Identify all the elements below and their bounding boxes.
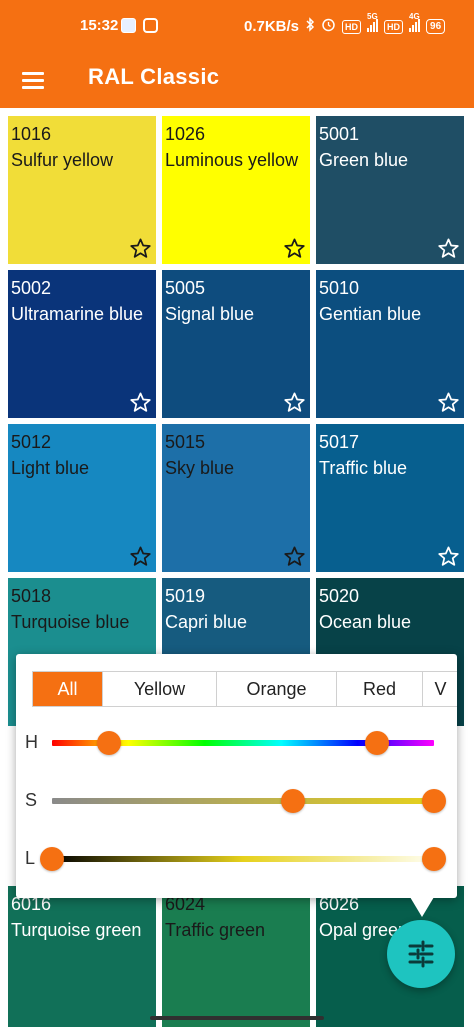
color-code: 5010 — [319, 278, 360, 298]
color-code: 1026 — [165, 124, 206, 144]
status-time: 15:32 — [80, 17, 119, 34]
color-name: Sky blue — [165, 458, 235, 478]
network-type-1: 5G — [367, 11, 378, 21]
slider-h: H — [16, 728, 457, 758]
star-outline-icon[interactable] — [437, 391, 460, 414]
color-name: Traffic blue — [319, 458, 408, 478]
color-name: Light blue — [11, 458, 90, 478]
slider-track[interactable] — [52, 856, 434, 862]
hd-badge-2: HD — [384, 19, 404, 34]
star-outline-icon[interactable] — [129, 391, 152, 414]
star-outline-icon[interactable] — [129, 545, 152, 568]
net-speed: 0.7KB/s — [244, 18, 300, 35]
tab-all[interactable]: All — [33, 672, 103, 706]
color-name: Luminous yellow — [165, 150, 299, 170]
color-name: Ultramarine blue — [11, 304, 144, 324]
color-name: Green blue — [319, 150, 409, 170]
status-bar: 15:32 0.7KB/s HD 5G HD 4G 96 — [0, 0, 474, 52]
slider-label: L — [25, 848, 36, 868]
tab-red[interactable]: Red — [337, 672, 423, 706]
color-name: Turquoise green — [11, 920, 142, 940]
color-name: Traffic green — [165, 920, 266, 940]
color-code: 1016 — [11, 124, 52, 144]
slider-thumb-low[interactable] — [40, 847, 64, 871]
tune-sliders-icon — [408, 940, 434, 968]
tab-yellow[interactable]: Yellow — [103, 672, 217, 706]
color-code: 5005 — [165, 278, 206, 298]
alarm-icon — [321, 17, 336, 36]
status-indicators: 0.7KB/s HD 5G HD 4G 96 — [244, 12, 446, 36]
slider-s: S — [16, 786, 457, 816]
color-tile[interactable]: 5001 Green blue — [316, 116, 464, 264]
panel-pointer — [410, 897, 434, 917]
home-indicator — [150, 1016, 324, 1020]
color-tile[interactable]: 5017 Traffic blue — [316, 424, 464, 572]
star-outline-icon[interactable] — [283, 391, 306, 414]
color-code: 5017 — [319, 432, 360, 452]
color-tile[interactable]: 5015 Sky blue — [162, 424, 310, 572]
color-tile[interactable]: 1016 Sulfur yellow — [8, 116, 156, 264]
slider-thumb-high[interactable] — [422, 847, 446, 871]
app-bar: RAL Classic — [0, 52, 474, 108]
tab-v[interactable]: V — [423, 672, 457, 706]
star-outline-icon[interactable] — [437, 545, 460, 568]
signal-icon-1: 5G — [367, 12, 379, 36]
filter-panel: All Yellow Orange Red V H S L — [16, 654, 457, 898]
color-code: 5002 — [11, 278, 52, 298]
color-tile[interactable]: 5012 Light blue — [8, 424, 156, 572]
slider-l: L — [16, 844, 457, 874]
color-code: 5001 — [319, 124, 360, 144]
color-tile[interactable]: 6024 Traffic green — [162, 886, 310, 1027]
page-title: RAL Classic — [88, 64, 220, 89]
color-tile[interactable]: 1026 Luminous yellow — [162, 116, 310, 264]
color-name: Sulfur yellow — [11, 150, 114, 170]
star-outline-icon[interactable] — [437, 237, 460, 260]
star-outline-icon[interactable] — [129, 237, 152, 260]
network-type-2: 4G — [409, 11, 420, 21]
color-code: 5019 — [165, 586, 206, 606]
slider-label: S — [25, 790, 38, 810]
color-tile[interactable]: 5010 Gentian blue — [316, 270, 464, 418]
color-code: 5018 — [11, 586, 52, 606]
hd-badge: HD — [342, 19, 362, 34]
color-name: Gentian blue — [319, 304, 422, 324]
color-name: Ocean blue — [319, 612, 412, 632]
color-tile[interactable]: 6016 Turquoise green — [8, 886, 156, 1027]
color-code: 5020 — [319, 586, 360, 606]
slider-label: H — [25, 732, 38, 752]
battery-icon: 96 — [426, 19, 446, 34]
color-code: 5015 — [165, 432, 206, 452]
color-tile[interactable]: 5002 Ultramarine blue — [8, 270, 156, 418]
star-outline-icon[interactable] — [283, 545, 306, 568]
color-code: 5012 — [11, 432, 52, 452]
star-outline-icon[interactable] — [283, 237, 306, 260]
tab-orange[interactable]: Orange — [217, 672, 337, 706]
slider-thumb-high[interactable] — [422, 789, 446, 813]
bluetooth-icon — [305, 17, 315, 36]
color-name: Turquoise blue — [11, 612, 130, 632]
hamburger-menu-icon[interactable] — [20, 68, 46, 92]
app-notification-icon — [143, 18, 158, 33]
slider-thumb-low[interactable] — [280, 789, 305, 813]
color-name: Signal blue — [165, 304, 255, 324]
color-name: Capri blue — [165, 612, 248, 632]
slider-thumb-low[interactable] — [97, 731, 122, 755]
color-group-tabs: All Yellow Orange Red V — [32, 671, 457, 707]
notification-icon — [121, 18, 136, 33]
filter-fab-button[interactable] — [387, 920, 455, 988]
slider-thumb-high[interactable] — [364, 731, 389, 755]
slider-track[interactable] — [52, 798, 434, 804]
signal-icon-2: 4G — [409, 12, 421, 36]
color-tile[interactable]: 5005 Signal blue — [162, 270, 310, 418]
